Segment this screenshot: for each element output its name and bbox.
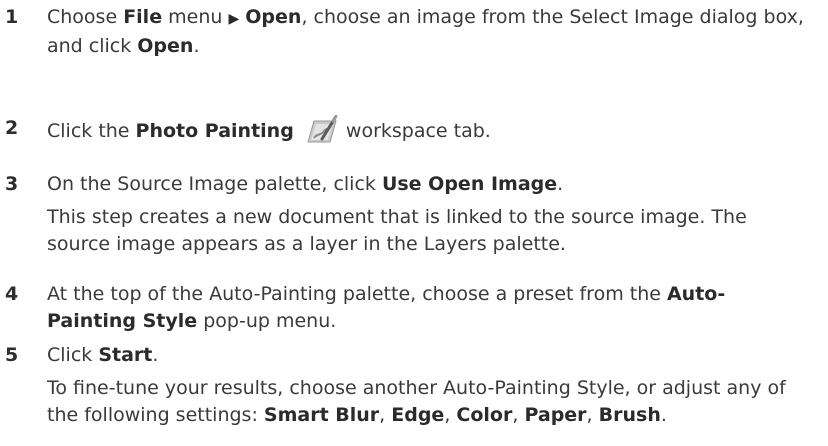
menu-file: File	[123, 6, 163, 28]
step-text: At the top of the Auto-Painting palette,…	[47, 283, 726, 332]
step-text: Choose File menu ▶ Open, choose an image…	[47, 6, 804, 57]
step-number: 2	[5, 117, 19, 139]
step-text: On the Source Image palette, click Use O…	[47, 173, 564, 195]
step-number: 4	[5, 283, 19, 305]
step-number: 1	[5, 6, 19, 28]
menu-item-open: Open	[245, 6, 302, 28]
submenu-arrow-icon: ▶	[228, 11, 240, 27]
step-number: 3	[5, 173, 19, 195]
use-open-image-label: Use Open Image	[381, 173, 558, 195]
open-button-label: Open	[137, 35, 194, 57]
step-note: This step creates a new document that is…	[47, 206, 747, 255]
step-text: Click the Photo Painting workspace tab.	[47, 115, 817, 145]
setting-color: Color	[456, 404, 513, 426]
workspace-tab-label: Photo Painting	[135, 120, 294, 142]
setting-paper: Paper	[524, 404, 587, 426]
step-text: Click Start.	[47, 344, 159, 366]
photo-painting-icon	[302, 115, 338, 145]
setting-edge: Edge	[391, 404, 445, 426]
setting-brush: Brush	[598, 404, 661, 426]
step-number: 5	[5, 344, 19, 366]
setting-smart-blur: Smart Blur	[263, 404, 380, 426]
step-note: To fine-tune your results, choose anothe…	[47, 377, 786, 426]
start-label: Start	[98, 344, 153, 366]
